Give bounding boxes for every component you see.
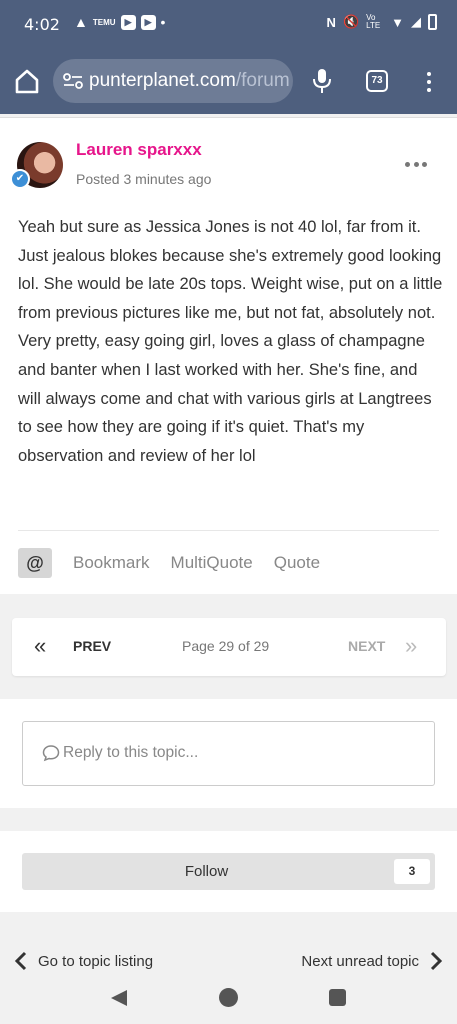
signal-icon: ◢	[411, 14, 421, 29]
pagination: « PREV Page 29 of 29 NEXT »	[12, 618, 446, 676]
post-options-button[interactable]	[405, 162, 427, 170]
battery-icon	[428, 14, 437, 30]
post-content: Yeah but sure as Jessica Jones is not 40…	[18, 218, 443, 465]
dot-icon: •	[160, 14, 166, 30]
follower-count-badge: 3	[394, 859, 430, 884]
play-icon: ▶	[140, 14, 156, 30]
home-icon	[15, 69, 39, 94]
post-timestamp[interactable]: Posted 3 minutes ago	[76, 171, 211, 187]
topic-listing-link[interactable]: Go to topic listing	[12, 950, 153, 972]
voice-search-button[interactable]	[311, 67, 333, 95]
status-time: 4:02	[24, 15, 60, 34]
back-triangle-icon[interactable]	[110, 989, 128, 1007]
url-path: /forum	[235, 70, 290, 91]
tab-switcher-button[interactable]: 73	[366, 70, 388, 92]
reply-section: Reply to this topic...	[0, 699, 457, 808]
next-unread-label: Next unread topic	[301, 952, 419, 970]
temu-icon: TEMU	[92, 17, 116, 27]
url-domain: punterplanet.com	[89, 70, 236, 91]
follow-label: Follow	[184, 863, 229, 880]
forum-post: ✔ Lauren sparxxx Posted 3 minutes ago Ye…	[0, 117, 457, 594]
post-actions: Bookmark MultiQuote Quote	[73, 553, 320, 573]
follow-section: Follow 3	[0, 831, 457, 912]
system-icons: N 🔇 Vo LTE ▼ ◢	[327, 14, 437, 30]
multiquote-button[interactable]: MultiQuote	[171, 553, 253, 573]
browser-toolbar: punterplanet.com/forum 73	[0, 50, 457, 114]
system-navigation-bar	[0, 980, 457, 1024]
status-bar: 4:02 ▲ TEMU ▶ ▶ • N 🔇 Vo LTE ▼ ◢	[0, 0, 457, 50]
home-button[interactable]	[12, 66, 42, 96]
bookmark-button[interactable]: Bookmark	[73, 553, 150, 573]
reply-input[interactable]: Reply to this topic...	[22, 721, 435, 786]
double-chevron-right-icon[interactable]: »	[405, 635, 417, 657]
mention-button[interactable]: @	[18, 548, 52, 578]
chevron-left-icon	[14, 951, 27, 971]
play-store-icon: ▶	[120, 14, 136, 30]
double-chevron-left-icon[interactable]: «	[34, 635, 46, 657]
member-badge-icon: ✔	[10, 169, 30, 189]
microphone-icon	[313, 69, 331, 93]
wifi-icon: ▼	[391, 14, 404, 30]
topic-navigation: Go to topic listing Next unread topic	[0, 944, 457, 980]
nfc-icon: N	[326, 14, 336, 30]
author-name[interactable]: Lauren sparxxx	[76, 140, 202, 160]
chevron-right-icon	[430, 951, 443, 971]
address-bar[interactable]: punterplanet.com/forum	[53, 59, 293, 103]
mute-icon: 🔇	[342, 14, 360, 29]
reply-placeholder: Reply to this topic...	[63, 744, 199, 761]
page-indicator[interactable]: Page 29 of 29	[182, 638, 269, 654]
divider	[18, 530, 439, 531]
url-text: punterplanet.com/forum	[89, 70, 290, 92]
quote-button[interactable]: Quote	[274, 553, 320, 573]
comment-icon	[42, 745, 60, 762]
volte-icon: Vo LTE	[366, 13, 381, 30]
next-unread-link[interactable]: Next unread topic	[301, 950, 445, 972]
prev-page-button[interactable]: PREV	[73, 638, 111, 654]
notification-icons: ▲ TEMU ▶ ▶ •	[74, 14, 165, 30]
topic-listing-label: Go to topic listing	[38, 952, 154, 970]
warning-icon: ▲	[74, 14, 88, 30]
next-page-button[interactable]: NEXT	[348, 638, 385, 654]
site-settings-icon[interactable]	[63, 72, 83, 90]
recent-apps-icon[interactable]	[329, 989, 346, 1006]
home-circle-icon[interactable]	[219, 988, 238, 1007]
follow-button[interactable]: Follow 3	[22, 853, 435, 890]
overflow-menu-button[interactable]	[423, 69, 435, 95]
